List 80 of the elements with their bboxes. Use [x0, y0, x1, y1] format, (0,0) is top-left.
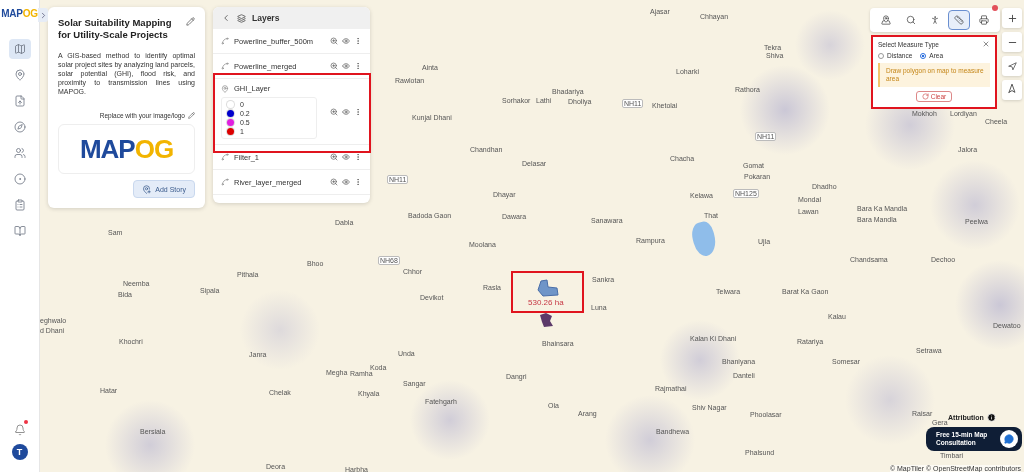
chat-bubble-icon [1004, 434, 1014, 444]
more-button[interactable] [354, 37, 362, 45]
measured-polygon-drawing [535, 279, 559, 297]
radio-button[interactable] [920, 52, 927, 59]
line-icon [221, 178, 229, 186]
locate-button[interactable] [1002, 80, 1022, 100]
plus-icon [1006, 12, 1018, 24]
edit-button[interactable] [188, 112, 195, 119]
zoom-in-button[interactable] [1002, 8, 1022, 28]
pencil-icon [186, 17, 195, 26]
compass-button[interactable] [1002, 56, 1022, 76]
map-pin-icon [881, 15, 892, 25]
radio-button[interactable] [878, 52, 884, 59]
zoom-to-button[interactable] [330, 107, 338, 116]
area-measurement-label: 530.26 ha [528, 298, 564, 307]
eye-icon [342, 153, 350, 161]
toolbar-button[interactable] [948, 10, 971, 30]
eye-icon [342, 178, 350, 186]
zoom-in-icon [330, 107, 338, 116]
close-button[interactable] [982, 40, 990, 48]
info-icon[interactable] [986, 413, 996, 422]
zoom-in-icon [330, 62, 338, 70]
layers-icon [237, 13, 246, 23]
refresh-icon [921, 93, 929, 100]
pin-icon [221, 84, 229, 93]
visibility-button[interactable] [342, 153, 350, 161]
zoom-in-icon [330, 37, 338, 45]
visibility-button[interactable] [342, 107, 350, 116]
line-icon [221, 153, 229, 161]
circle-dot-icon [13, 173, 26, 185]
pencil-icon [188, 112, 195, 119]
sidebar-item[interactable] [8, 39, 31, 59]
more-icon [354, 178, 362, 186]
users-icon [13, 147, 26, 159]
more-icon [354, 62, 362, 70]
user-avatar[interactable]: T [11, 444, 28, 460]
more-icon [354, 153, 362, 161]
more-button[interactable] [354, 153, 362, 161]
clipboard-icon [13, 199, 26, 211]
zoom-to-button[interactable] [330, 62, 338, 70]
more-icon [354, 107, 362, 116]
zoom-in-icon [330, 178, 338, 186]
visibility-button[interactable] [342, 62, 350, 70]
person-icon [929, 15, 940, 25]
zoom-to-button[interactable] [330, 37, 338, 45]
story-logo: MAPOG [58, 124, 195, 174]
back-button[interactable] [221, 13, 231, 23]
more-button[interactable] [354, 107, 362, 116]
printer-icon [978, 15, 989, 25]
map-icon [13, 43, 26, 55]
zoom-to-button[interactable] [330, 153, 338, 161]
story-title: Solar Suitability Mapping for Utility-Scale Projects [58, 17, 173, 41]
file-upload-icon [13, 95, 26, 107]
panel-title: Layers [252, 13, 280, 23]
ruler-icon [954, 15, 965, 25]
notification-bell-icon[interactable] [13, 422, 26, 434]
close-icon [982, 40, 990, 48]
parcel-cluster-drawing [538, 312, 554, 328]
line-icon [221, 37, 229, 45]
more-button[interactable] [354, 62, 362, 70]
zoom-in-icon [330, 153, 338, 161]
location-pin-icon [13, 69, 26, 81]
eye-icon [342, 107, 350, 116]
pin-plus-icon [142, 184, 152, 194]
more-icon [354, 37, 362, 45]
visibility-button[interactable] [342, 37, 350, 45]
compass-icon [13, 121, 26, 133]
expand-button[interactable] [38, 8, 48, 22]
visibility-button[interactable] [342, 178, 350, 186]
eye-icon [342, 62, 350, 70]
chevron-left-icon [221, 13, 231, 23]
eye-icon [342, 37, 350, 45]
zoom-to-button[interactable] [330, 178, 338, 186]
bell-icon [13, 424, 26, 436]
line-icon [221, 62, 229, 70]
search-icon [905, 15, 916, 25]
book-icon [13, 225, 26, 237]
compass-arrow-icon [1007, 61, 1017, 71]
more-button[interactable] [354, 178, 362, 186]
app-logo: MAPOG [1, 8, 38, 19]
